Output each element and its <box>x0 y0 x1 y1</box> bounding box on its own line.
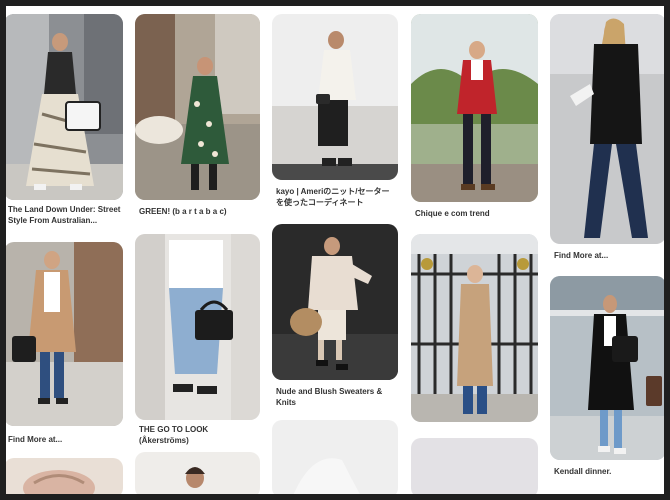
pin-caption[interactable]: kayo | Ameriのニット/セーターを使ったコーディネート <box>276 186 396 208</box>
pin-find-more-left[interactable]: Find More at... <box>6 242 123 450</box>
pin-caption[interactable]: THE GO TO LOOK (Åkerströms) <box>139 424 258 446</box>
pin-image[interactable] <box>272 224 398 380</box>
pin-image[interactable] <box>411 234 538 422</box>
pin-caption[interactable]: Nude and Blush Sweaters & Knits <box>276 386 396 408</box>
pin-land-down-under[interactable]: The Land Down Under: Street Style From A… <box>6 14 123 229</box>
pin-partial-col1[interactable] <box>6 458 123 494</box>
pin-kendall[interactable]: Kendall dinner. <box>550 276 664 480</box>
pin-image[interactable] <box>135 14 260 200</box>
pin-image[interactable] <box>6 458 123 494</box>
pin-caption[interactable]: Find More at... <box>8 434 121 445</box>
pin-chique-trend[interactable]: Chique e com trend <box>411 14 538 220</box>
pin-partial-col3[interactable] <box>272 420 398 494</box>
pin-partial-col4[interactable] <box>411 438 538 494</box>
pin-image[interactable] <box>272 420 398 494</box>
pin-image[interactable] <box>550 276 664 460</box>
pin-find-more-right[interactable]: Find More at... <box>550 14 664 262</box>
pin-partial-col2[interactable] <box>135 452 260 494</box>
pin-green-bartabac[interactable]: GREEN! (b a r t a b a c) <box>135 14 260 219</box>
pin-caption[interactable]: The Land Down Under: Street Style From A… <box>8 204 121 226</box>
pin-image[interactable] <box>135 234 260 420</box>
pin-caption[interactable]: Find More at... <box>554 250 664 261</box>
pin-image[interactable] <box>550 14 664 244</box>
pin-image[interactable] <box>272 14 398 180</box>
pin-gate-look[interactable] <box>411 234 538 422</box>
pin-grid: The Land Down Under: Street Style From A… <box>6 6 664 494</box>
pin-image[interactable] <box>411 14 538 202</box>
pin-kayo-knit[interactable]: kayo | Ameriのニット/セーターを使ったコーディネート <box>272 14 398 214</box>
pin-image[interactable] <box>6 242 123 426</box>
pin-image[interactable] <box>411 438 538 494</box>
pin-go-to-look[interactable]: THE GO TO LOOK (Åkerströms) <box>135 234 260 445</box>
pin-nude-blush[interactable]: Nude and Blush Sweaters & Knits <box>272 224 398 410</box>
pin-image[interactable] <box>135 452 260 494</box>
pin-caption[interactable]: Chique e com trend <box>415 208 536 219</box>
pin-image[interactable] <box>6 14 123 200</box>
pin-caption[interactable]: GREEN! (b a r t a b a c) <box>139 206 258 217</box>
pin-caption[interactable]: Kendall dinner. <box>554 466 664 477</box>
